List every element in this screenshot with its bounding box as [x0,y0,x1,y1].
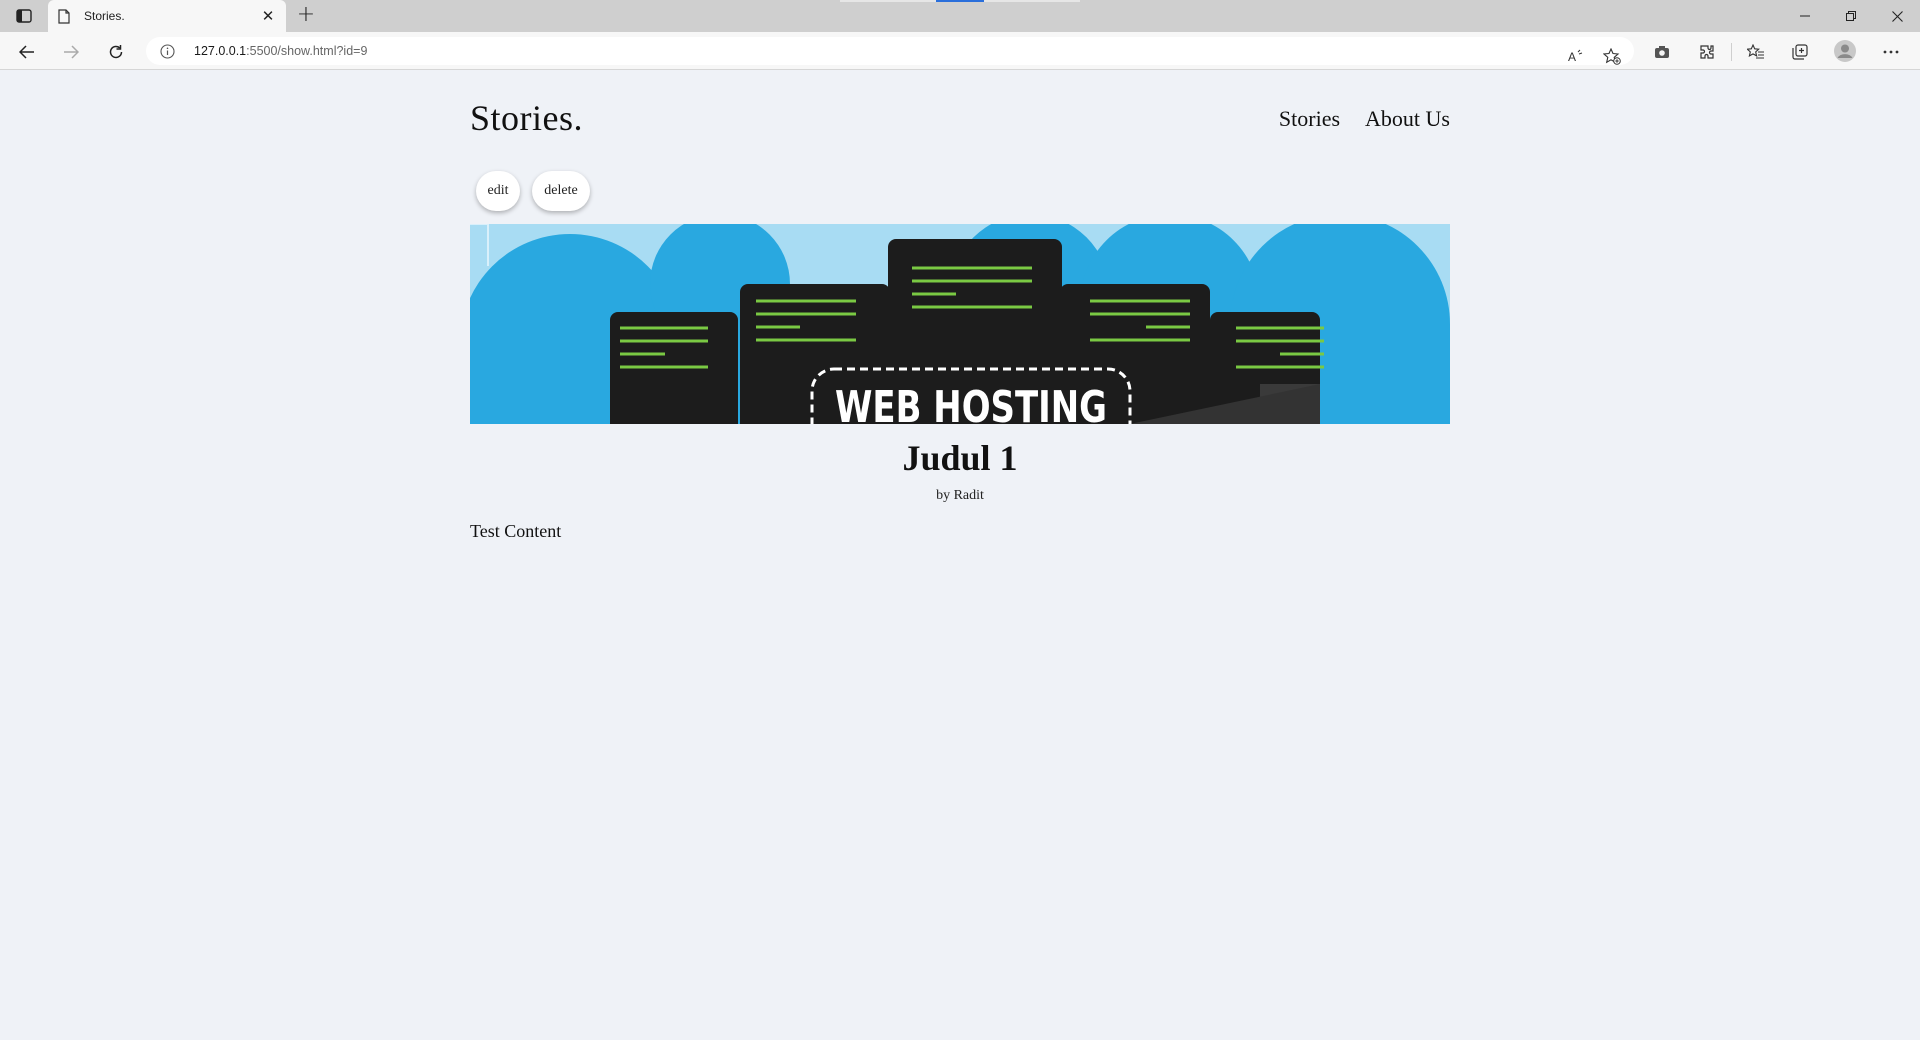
refresh-icon[interactable] [103,39,129,65]
tab-bar: Stories. ✕ + [0,0,1920,32]
favorites-icon[interactable] [1743,39,1769,65]
close-window-button[interactable] [1874,0,1920,32]
add-favorite-icon[interactable] [1600,44,1624,68]
toolbar-separator [1731,43,1732,61]
window-controls [1782,0,1920,32]
site-logo[interactable]: Stories. [470,97,583,139]
browser-tab[interactable]: Stories. ✕ [48,0,286,32]
svg-text:A: A [1568,50,1576,63]
extensions-icon[interactable] [1694,39,1720,65]
browser-toolbar: 127.0.0.1:5500/show.html?id=9 A [0,32,1920,70]
tab-actions-icon[interactable] [12,6,36,26]
delete-button[interactable]: delete [532,171,590,211]
site-nav: Stories About Us [1279,106,1450,132]
edit-button[interactable]: edit [476,171,520,211]
minimize-button[interactable] [1782,0,1828,32]
story-title: Judul 1 [902,438,1018,478]
story-author: by Radit [936,488,984,503]
nav-link-about-us[interactable]: About Us [1365,106,1450,132]
address-bar[interactable]: 127.0.0.1:5500/show.html?id=9 A [146,37,1634,65]
nav-link-stories[interactable]: Stories [1279,106,1340,132]
more-options-icon[interactable] [1878,39,1904,65]
story-cover-image: WEB HOSTING [470,224,1450,424]
active-indicator [936,0,984,2]
new-tab-button[interactable]: + [294,4,318,27]
collections-icon[interactable] [1787,39,1813,65]
tab-title: Stories. [84,9,125,23]
forward-arrow-icon[interactable] [58,39,84,65]
restore-button[interactable] [1828,0,1874,32]
url-text: 127.0.0.1:5500/show.html?id=9 [194,44,368,58]
story-actions: edit delete [476,171,590,211]
page-icon [58,8,74,24]
screenshot-icon[interactable] [1649,39,1675,65]
back-arrow-icon[interactable] [14,39,40,65]
story-content: Test Content [470,521,562,541]
read-aloud-icon[interactable]: A [1564,44,1588,68]
profile-avatar-icon[interactable] [1832,38,1858,64]
site-info-icon[interactable] [160,43,176,59]
close-tab-icon[interactable]: ✕ [260,7,276,25]
image-caption: WEB HOSTING [835,382,1107,424]
